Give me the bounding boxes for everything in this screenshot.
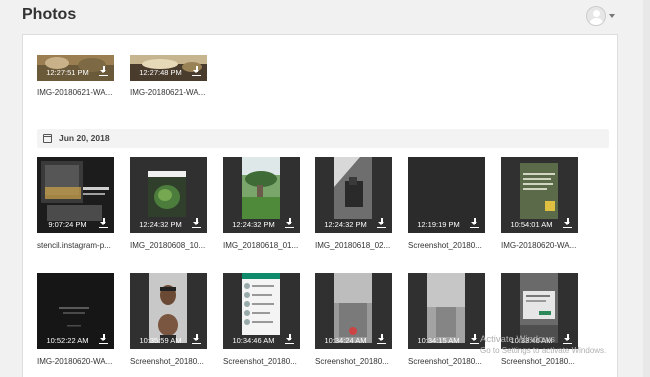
photo-filename: stencil.instagram-p...	[37, 241, 111, 250]
date-group-label: Jun 20, 2018	[59, 133, 110, 143]
photo-filename: IMG_20180618_02...	[315, 241, 391, 250]
download-icon[interactable]	[470, 218, 479, 228]
user-avatar-icon[interactable]	[586, 6, 606, 26]
date-group-header: Jun 20, 2018	[37, 129, 609, 148]
photo-time: 10:52:22 AM	[46, 336, 89, 345]
photo-filename: IMG-20180621-WA...	[130, 88, 206, 97]
download-icon[interactable]	[99, 66, 108, 76]
photo-tile[interactable]: 12:24:32 PM	[223, 157, 300, 233]
photo-tile[interactable]: 12:27:48 PM	[130, 55, 207, 81]
download-icon[interactable]	[285, 218, 294, 228]
photo-time: 12:27:51 PM	[46, 68, 89, 77]
photo-tile[interactable]: 12:24:32 PM	[315, 157, 392, 233]
photo-time: 10:34:24 AM	[324, 336, 367, 345]
photo-time: 12:24:32 PM	[324, 220, 367, 229]
photo-time: 9:07:24 PM	[48, 220, 87, 229]
photo-time: 10:54:01 AM	[510, 220, 553, 229]
photo-filename: Screenshot_20180...	[408, 357, 482, 366]
photo-filename: Screenshot_20180...	[223, 357, 297, 366]
photos-panel: 12:27:51 PM IMG-20180621-WA... 12:27:48 …	[22, 34, 618, 377]
scrollbar[interactable]	[643, 0, 650, 377]
photo-tile[interactable]: 10:34:24 AM	[315, 273, 392, 349]
photo-tile[interactable]: 10:34:46 AM	[223, 273, 300, 349]
watermark-title: Activate Windows	[480, 334, 555, 345]
calendar-icon	[43, 134, 52, 143]
download-icon[interactable]	[285, 334, 294, 344]
photo-time: 12:27:48 PM	[139, 68, 182, 77]
download-icon[interactable]	[99, 334, 108, 344]
photo-filename: Screenshot_20180...	[501, 357, 575, 366]
photo-time: 12:24:32 PM	[232, 220, 275, 229]
photo-time: 12:24:32 PM	[139, 220, 182, 229]
photo-filename: IMG_20180618_01...	[223, 241, 299, 250]
photo-filename: Screenshot_20180...	[315, 357, 389, 366]
download-icon[interactable]	[99, 218, 108, 228]
photo-time: 12:19:19 PM	[417, 220, 460, 229]
app-header: Photos	[0, 0, 650, 34]
download-icon[interactable]	[192, 218, 201, 228]
photo-time: 10:34:46 AM	[232, 336, 275, 345]
photo-filename: IMG-20180620-WA...	[501, 241, 577, 250]
download-icon[interactable]	[192, 66, 201, 76]
avatar-body	[589, 18, 604, 25]
photo-tile[interactable]: 10:52:22 AM	[37, 273, 114, 349]
photo-tile[interactable]: 12:19:19 PM	[408, 157, 485, 233]
photo-tile[interactable]: 12:24:32 PM	[130, 157, 207, 233]
photo-tile[interactable]: 9:07:24 PM	[37, 157, 114, 233]
photo-filename: Screenshot_20180...	[130, 357, 204, 366]
photo-filename: Screenshot_20180...	[408, 241, 482, 250]
photo-tile[interactable]: 10:34:15 AM	[408, 273, 485, 349]
download-icon[interactable]	[377, 218, 386, 228]
download-icon[interactable]	[377, 334, 386, 344]
photo-filename: IMG-20180620-WA...	[37, 357, 113, 366]
photo-filename: IMG_20180608_10...	[130, 241, 206, 250]
photo-time: 10:34:15 AM	[417, 336, 460, 345]
windows-activation-watermark: Activate Windows Go to Settings to activ…	[480, 334, 606, 357]
download-icon[interactable]	[563, 218, 572, 228]
photo-tile[interactable]: 10:35:59 AM	[130, 273, 207, 349]
avatar-head	[593, 10, 600, 17]
photo-tile[interactable]: 12:27:51 PM	[37, 55, 114, 81]
watermark-subtitle: Go to Settings to activate Windows.	[480, 346, 607, 356]
download-icon[interactable]	[192, 334, 201, 344]
photo-tile[interactable]: 10:54:01 AM	[501, 157, 578, 233]
photo-filename: IMG-20180621-WA...	[37, 88, 113, 97]
photo-time: 10:35:59 AM	[139, 336, 182, 345]
caret-down-icon[interactable]	[609, 14, 615, 18]
download-icon[interactable]	[470, 334, 479, 344]
page-title: Photos	[22, 6, 77, 23]
